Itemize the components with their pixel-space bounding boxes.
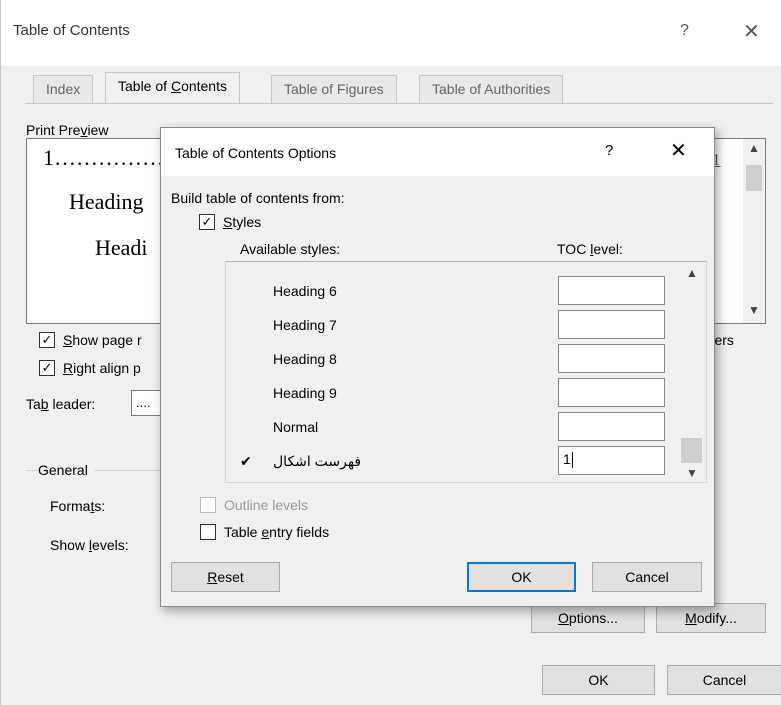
table-entry-fields-checkbox[interactable] [200,524,216,540]
toc-level-input[interactable] [558,378,665,407]
tab-leader-label: Tab leader: [26,396,96,412]
preview-line: Heading [69,189,144,214]
options-button[interactable]: Options... [531,603,645,633]
scroll-thumb[interactable] [681,438,702,463]
preview-line: Headi [95,235,148,260]
chevron-up-icon[interactable]: ▲ [686,266,698,280]
right-align-label: Right align p [63,360,141,376]
tab-table-of-figures[interactable]: Table of Figures [271,75,397,103]
tab-table-of-authorities[interactable]: Table of Authorities [419,75,564,103]
available-styles-header: Available styles: [240,241,341,257]
options-ok-button[interactable]: OK [467,562,576,592]
show-levels-label: Show levels: [50,537,129,553]
options-dialog-title: Table of Contents Options [175,145,337,161]
styles-scrollbar[interactable]: ▲ ▼ [678,262,706,482]
tab-table-of-contents[interactable]: Table of Contents [105,72,240,104]
style-name: Heading 8 [273,351,337,367]
modify-button[interactable]: Modify... [656,603,766,633]
toc-level-input[interactable] [558,310,665,339]
toc-options-dialog: Table of Contents Options ? ✕ Build tabl… [160,127,715,607]
scroll-thumb[interactable] [746,165,762,191]
dialog-title: Table of Contents [13,22,130,39]
ok-button[interactable]: OK [542,665,655,695]
tab-panel-border [25,103,773,104]
outline-levels-checkbox[interactable] [200,497,216,513]
text-caret [571,452,573,469]
options-help-button[interactable]: ? [605,142,613,159]
options-close-icon[interactable]: ✕ [670,138,687,163]
print-preview-label: Print Preview [26,122,109,138]
style-name: Heading 9 [273,385,337,401]
toc-level-input[interactable] [558,412,665,441]
styles-checkbox[interactable]: ✓ [199,214,215,230]
formats-label: Formats: [50,498,106,514]
options-dialog-titlebar: Table of Contents Options ? ✕ [161,128,714,176]
chevron-down-icon[interactable]: ▼ [748,303,760,317]
selected-style-checkmark: ✔ [240,453,252,469]
toc-level-value: 1 [563,451,571,467]
help-button[interactable]: ? [680,22,689,40]
table-entry-fields-label: Table entry fields [224,524,330,540]
style-name: Heading 7 [273,317,337,333]
web-preview-scrollbar[interactable]: ▲ ▼ [743,139,765,323]
style-name: Heading 6 [273,283,337,299]
options-cancel-button[interactable]: Cancel [592,562,702,592]
show-page-numbers-checkbox[interactable]: ✓ [39,332,55,348]
toc-level-input[interactable] [558,276,665,305]
build-from-label: Build table of contents from: [171,190,345,206]
tab-index[interactable]: Index [33,75,94,103]
outline-levels-label: Outline levels [224,497,309,513]
styles-label: Styles [223,214,262,230]
show-page-numbers-label: Show page r [63,332,142,348]
general-group-label: General [38,462,94,478]
toc-level-header: TOC level: [557,241,623,257]
reset-button[interactable]: Reset [171,562,280,592]
right-align-checkbox[interactable]: ✓ [39,360,55,376]
cancel-button[interactable]: Cancel [667,665,781,695]
close-icon[interactable]: ✕ [743,19,760,44]
chevron-up-icon[interactable]: ▲ [748,141,760,155]
toc-level-input[interactable]: 1 [558,446,665,475]
chevron-down-icon[interactable]: ▼ [686,466,698,480]
styles-list: Heading 6 Heading 7 Heading 8 Heading 9 Norm… [225,261,707,483]
dialog-titlebar: Table of Contents ? ✕ [1,0,781,66]
style-name: فهرست اشکال [273,453,362,469]
preview-line: 1…………… [43,145,164,170]
toc-level-input[interactable] [558,344,665,373]
style-name: Normal [273,419,319,435]
